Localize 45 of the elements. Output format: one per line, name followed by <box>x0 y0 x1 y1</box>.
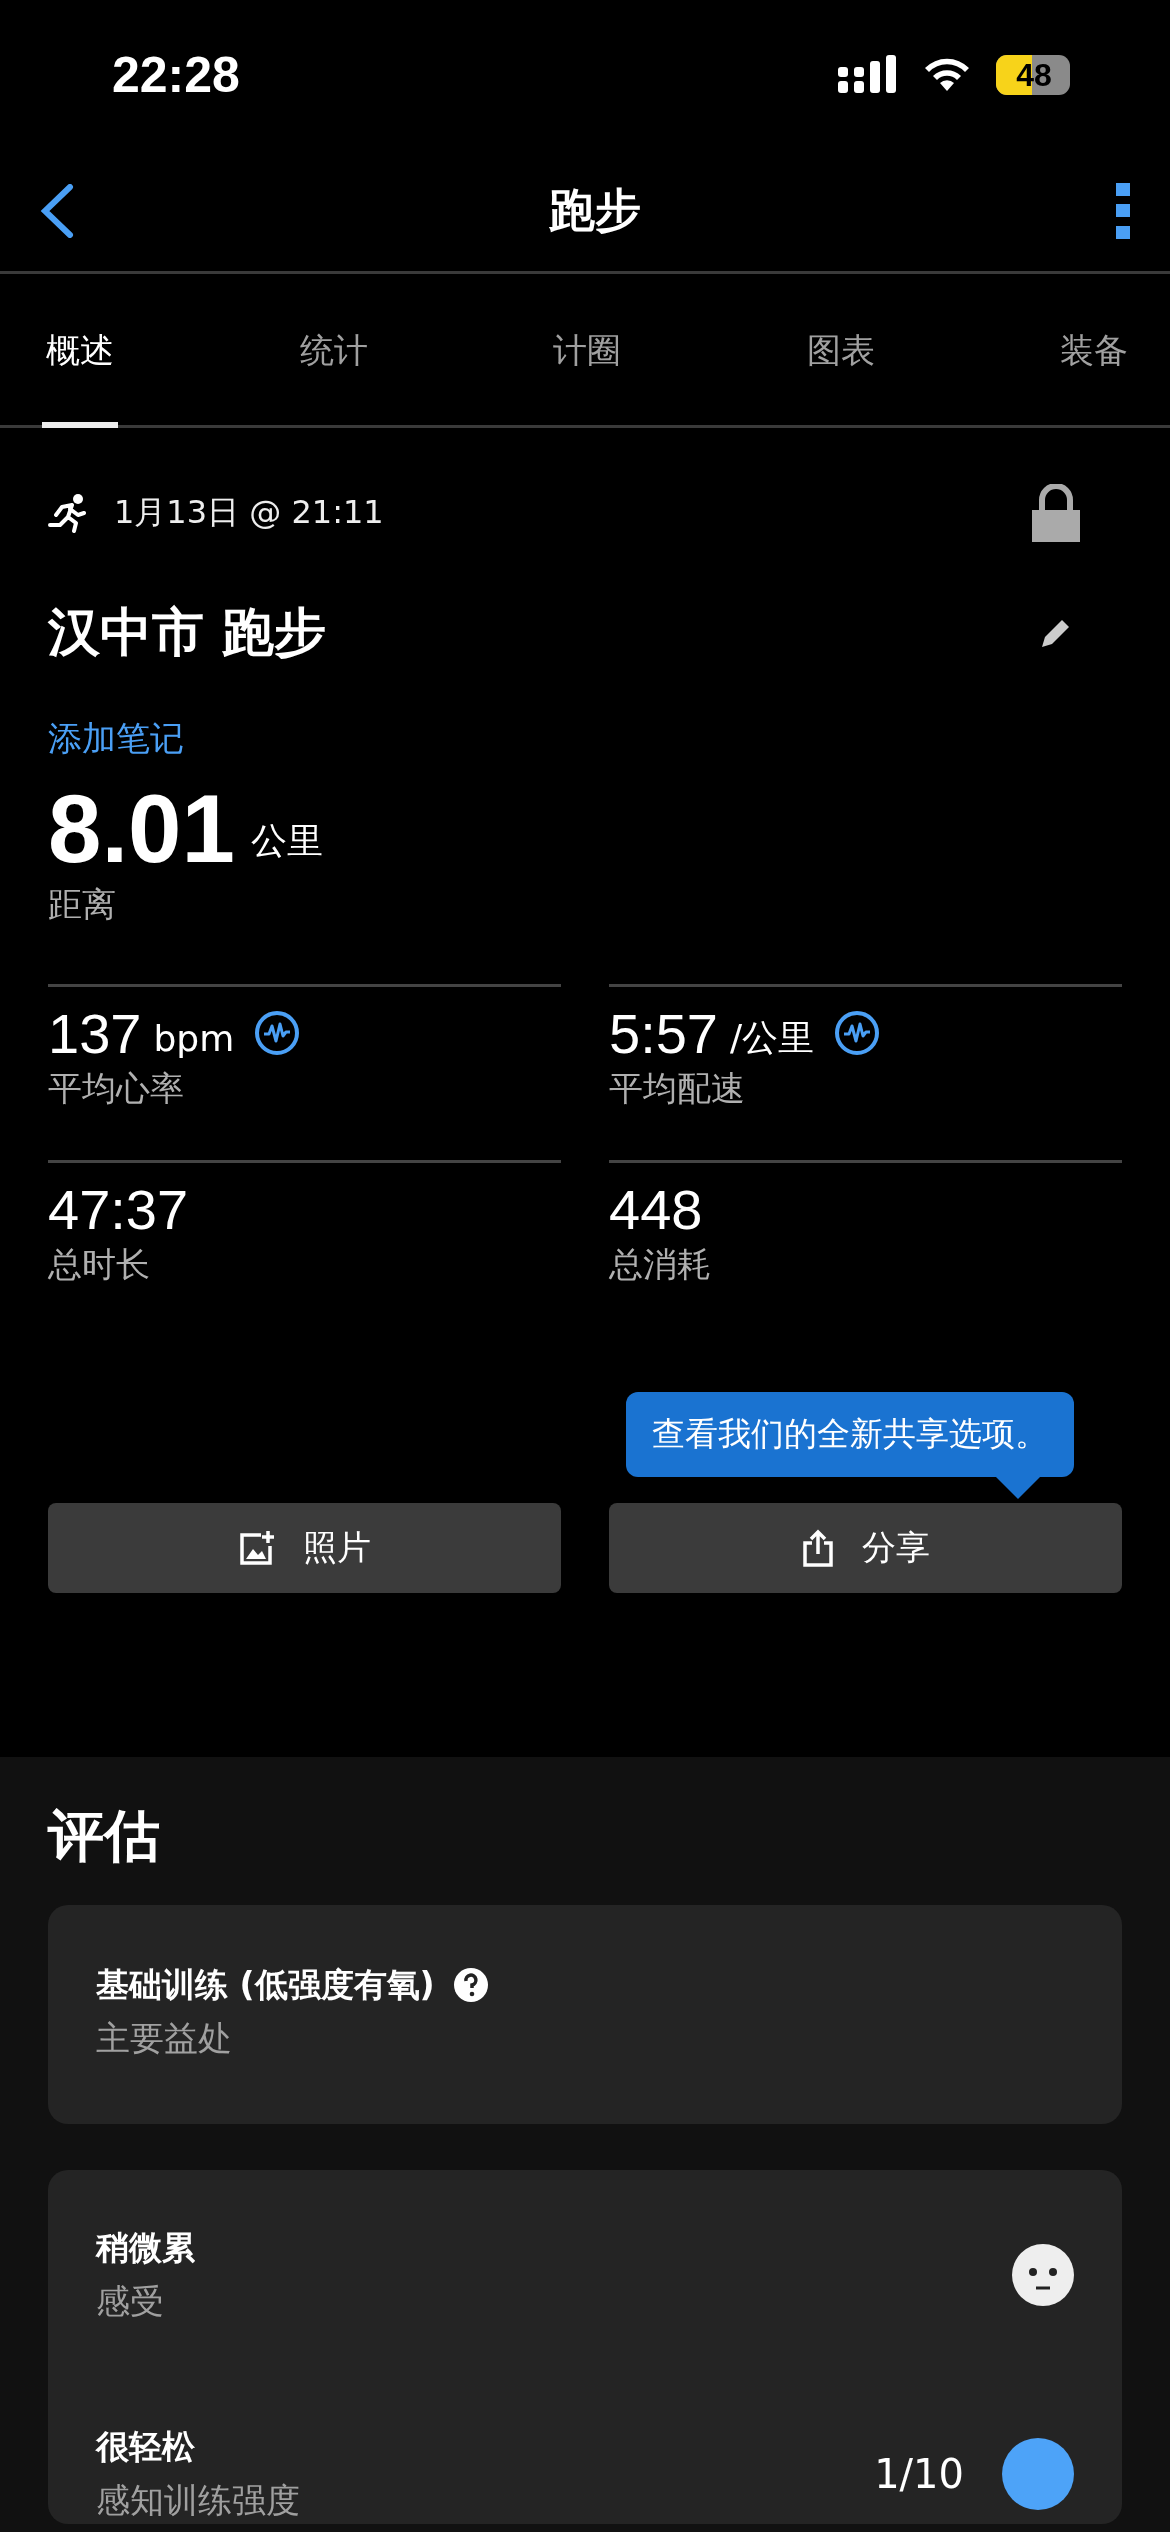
metric-value: 448 <box>609 1176 703 1242</box>
neutral-face-icon <box>1012 2244 1074 2307</box>
activity-date: 1月13日 @ 21:11 <box>114 492 385 533</box>
status-time: 22:28 <box>112 46 240 104</box>
heart-rate-icon[interactable] <box>834 1010 881 1057</box>
tab[interactable]: 图表 <box>802 274 879 428</box>
back-icon[interactable] <box>40 183 74 238</box>
metric-label: 平均心率 <box>48 1066 185 1110</box>
share-button[interactable]: 分享 <box>609 1502 1122 1593</box>
section-heading: 评估 <box>48 1801 161 1870</box>
page-title: 跑步 <box>549 181 641 239</box>
metric-value: 5:57 <box>609 1000 718 1066</box>
metric-unit: /公里 <box>730 1015 815 1060</box>
share-icon <box>801 1528 834 1567</box>
tab[interactable]: 概述 <box>42 274 118 428</box>
tooltip-pointer <box>996 1476 1040 1499</box>
feel-value: 稍微累 <box>96 2226 195 2269</box>
photo-button[interactable]: 照片 <box>48 1502 561 1593</box>
metric-unit: bpm <box>153 1017 235 1059</box>
heart-rate-icon[interactable] <box>254 1010 301 1057</box>
benefit-value: 基础训练 (低强度有氧) <box>96 1963 435 2006</box>
add-note-link[interactable]: 添加笔记 <box>48 716 1122 762</box>
effort-label: 感知训练强度 <box>96 2478 300 2522</box>
help-icon[interactable] <box>452 1967 489 2004</box>
distance-value: 8.01 <box>48 776 235 882</box>
more-icon[interactable] <box>1116 182 1130 239</box>
benefit-label: 主要益处 <box>96 2016 233 2060</box>
effort-score: 1/10 <box>874 2451 964 2498</box>
metric-value: 47:37 <box>48 1176 189 1242</box>
add-photo-icon <box>238 1529 275 1566</box>
feel-label: 感受 <box>96 2279 165 2323</box>
signal-icon <box>838 55 898 95</box>
tab[interactable]: 计圈 <box>549 274 625 428</box>
metric-label: 总时长 <box>48 1242 151 1286</box>
effort-value: 很轻松 <box>96 2425 196 2468</box>
tab[interactable]: 统计 <box>295 274 372 428</box>
metric-label: 总消耗 <box>609 1242 712 1286</box>
distance-unit: 公里 <box>250 818 323 863</box>
metric-label: 平均配速 <box>609 1066 746 1110</box>
tab[interactable]: 装备 <box>1056 274 1132 428</box>
distance-label: 距离 <box>48 882 117 926</box>
metric-value: 137 <box>48 1000 142 1066</box>
runner-icon <box>48 493 88 533</box>
activity-title: 汉中市 跑步 <box>48 601 327 664</box>
lock-icon[interactable] <box>1032 484 1080 542</box>
